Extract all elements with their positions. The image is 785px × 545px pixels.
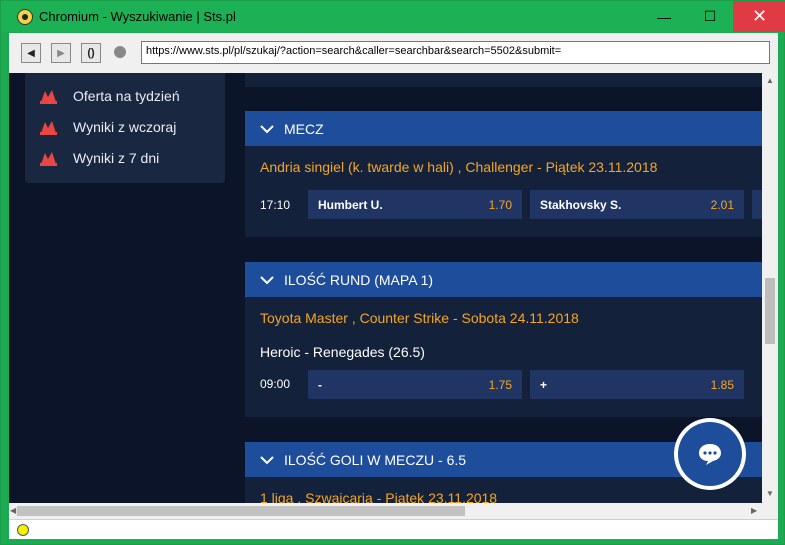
pdf-icon: [40, 150, 57, 166]
league-info[interactable]: Andria singiel (k. twarde w hali) , Chal…: [260, 159, 657, 175]
odd-button[interactable]: Stakhovsky S. 2.01: [530, 190, 744, 219]
browser-toolbar: ◀ ▶ () https://www.sts.pl/pl/szukaj/?act…: [9, 33, 778, 73]
chat-button[interactable]: [674, 418, 746, 490]
minimize-button[interactable]: —: [641, 1, 687, 32]
section-title: MECZ: [284, 120, 324, 137]
address-bar[interactable]: https://www.sts.pl/pl/szukaj/?action=sea…: [141, 41, 770, 64]
odd-label: +: [540, 377, 548, 392]
sidebar-item-label: Wyniki z wczoraj: [73, 119, 177, 135]
vertical-scrollbar[interactable]: ▲ ▼: [762, 73, 778, 503]
bet-section-ilosc-rund: ILOŚĆ RUND (MAPA 1) Toyota Master , Coun…: [245, 262, 762, 417]
forward-arrow-icon: ▶: [57, 47, 65, 59]
forward-button[interactable]: ▶: [51, 43, 71, 63]
odd-value: 1.70: [488, 197, 512, 212]
status-indicator-icon: [17, 524, 29, 536]
reload-icon: (): [87, 47, 95, 59]
bet-section-mecz: MECZ Andria singiel (k. twarde w hali) ,…: [245, 111, 762, 237]
sidebar-item-wyniki-7-dni[interactable]: Wyniki z 7 dni: [40, 148, 159, 168]
odd-button-partial[interactable]: [752, 190, 762, 219]
browser-window: Chromium - Wyszukiwanie | Sts.pl — ☐ ✕ ◀…: [0, 0, 785, 545]
chevron-down-icon: [260, 455, 274, 464]
match-name[interactable]: Heroic - Renegades (26.5): [260, 344, 425, 360]
previous-section-bottom: [245, 73, 762, 87]
maximize-button[interactable]: ☐: [687, 1, 733, 32]
status-bar: [9, 519, 778, 539]
back-button[interactable]: ◀: [21, 43, 41, 63]
pdf-icon: [40, 88, 57, 104]
odd-value: 1.85: [710, 377, 734, 392]
chat-bubble-icon: [678, 422, 742, 486]
odd-button[interactable]: Humbert U. 1.70: [308, 190, 522, 219]
league-info[interactable]: 1 liga , Szwajcaria - Piątek 23.11.2018: [260, 490, 497, 503]
section-title: ILOŚĆ RUND (MAPA 1): [284, 271, 434, 288]
pdf-icon: [40, 119, 57, 135]
odd-label: Stakhovsky S.: [540, 197, 622, 212]
odd-label: Humbert U.: [318, 197, 383, 212]
section-header[interactable]: ILOŚĆ RUND (MAPA 1): [245, 262, 762, 297]
odd-value: 1.75: [488, 377, 512, 392]
sidebar-item-label: Oferta na tydzień: [73, 88, 180, 104]
close-button[interactable]: ✕: [733, 1, 785, 32]
odd-value: 2.01: [710, 197, 734, 212]
stop-icon[interactable]: [114, 46, 126, 58]
sidebar-item-label: Wyniki z 7 dni: [73, 150, 160, 166]
sidebar-item-oferta[interactable]: Oferta na tydzień: [40, 86, 180, 106]
scroll-down-icon[interactable]: ▼: [766, 489, 774, 498]
scroll-up-icon[interactable]: ▲: [766, 76, 774, 85]
section-title: ILOŚĆ GOLI W MECZU - 6.5: [284, 451, 467, 468]
title-bar: Chromium - Wyszukiwanie | Sts.pl — ☐ ✕: [1, 1, 785, 32]
chevron-down-icon: [260, 124, 274, 133]
odd-button[interactable]: + 1.85: [530, 370, 744, 399]
sidebar-panel: Oferta na tydzień Wyniki z wczoraj Wynik…: [25, 73, 225, 183]
odd-label: -: [318, 377, 322, 392]
match-time: 17:10: [260, 198, 291, 212]
league-info[interactable]: Toyota Master , Counter Strike - Sobota …: [260, 310, 579, 326]
scroll-right-icon[interactable]: ▶: [751, 506, 757, 515]
chevron-down-icon: [260, 275, 274, 284]
scroll-left-icon[interactable]: ◀: [10, 506, 16, 515]
chromium-logo-icon: [17, 9, 33, 25]
odd-button[interactable]: - 1.75: [308, 370, 522, 399]
match-time: 09:00: [260, 377, 291, 391]
window-title: Chromium - Wyszukiwanie | Sts.pl: [39, 9, 236, 24]
reload-button[interactable]: (): [81, 43, 101, 63]
sidebar-item-wyniki-wczoraj[interactable]: Wyniki z wczoraj: [40, 117, 176, 137]
page-viewport: Oferta na tydzień Wyniki z wczoraj Wynik…: [9, 73, 762, 503]
section-header[interactable]: MECZ: [245, 111, 762, 146]
back-arrow-icon: ◀: [27, 47, 35, 59]
horizontal-scrollbar[interactable]: ◀ ▶: [9, 503, 762, 519]
scrollbar-corner: [762, 503, 778, 519]
horizontal-scroll-thumb[interactable]: [17, 506, 465, 516]
vertical-scroll-thumb[interactable]: [765, 278, 775, 344]
